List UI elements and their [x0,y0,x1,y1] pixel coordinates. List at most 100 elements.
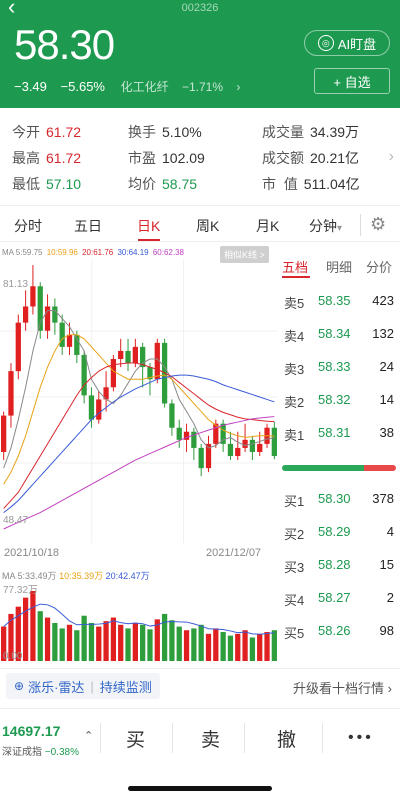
plus-circle-icon: ⊕ [14,679,25,693]
stat-value: 58.75 [162,176,198,192]
candle-body [74,334,80,355]
bid-row[interactable]: 买1 58.30 378 [278,491,400,509]
bid-row[interactable]: 买5 58.26 98 [278,623,400,641]
stat-amount: 成交额 20.21亿 [262,148,359,168]
level-quantity: 423 [372,293,394,308]
ma60-label: 60:62.38 [152,248,184,257]
tab-monthly-k[interactable]: 月K [256,216,279,236]
more-dots-icon[interactable]: ••• [348,729,374,747]
buy-button[interactable]: 买 [126,725,145,752]
gear-icon[interactable]: ⚙ [370,214,386,235]
stat-value: 34.39万 [310,124,360,140]
stock-code: 002326 [181,2,219,14]
divider [172,723,173,753]
ma20-line [3,362,275,509]
volume-bar [183,630,190,661]
volume-bar [271,630,277,661]
add-favorite-button[interactable]: + 自选 [314,68,390,94]
ask-row[interactable]: 卖1 58.31 38 [278,425,400,443]
tab-intraday[interactable]: 分时 [14,216,42,236]
kline-plot: 81.13 48.47 [0,259,278,543]
level-label: 买5 [284,626,305,641]
index-name-row: 深证成指 −0.38% [2,743,79,758]
ask-row[interactable]: 卖2 58.32 14 [278,392,400,410]
dropdown-caret-icon: ▾ [337,223,343,234]
level-quantity: 38 [379,425,394,440]
sector-pct: −1.71% [181,80,224,94]
tab-five-levels[interactable]: 五档 [282,257,308,276]
volume-bar [37,611,43,661]
volume-bar [125,628,131,661]
level-price: 58.33 [318,359,351,374]
stat-label: 均价 [128,176,156,192]
tab-minute[interactable]: 分钟▾ [309,216,342,236]
kline-chart[interactable]: MA 5:59.75 10:59.96 20:61.76 30:64.19 60… [0,243,278,663]
level-price: 58.29 [318,524,351,539]
level-price: 58.28 [318,557,351,572]
level-label: 卖4 [284,329,305,344]
ask-row[interactable]: 卖3 58.33 24 [278,359,400,377]
stat-label: 换手 [128,124,156,140]
tab-daily-k[interactable]: 日K [137,216,160,236]
bid-row[interactable]: 买4 58.27 2 [278,590,400,608]
sector-link[interactable]: 化工化纤 −1.71% › [121,80,251,94]
tab-weekly-k[interactable]: 周K [196,216,219,236]
price-change-pct: −5.65% [60,79,105,94]
candle-body [110,359,117,388]
index-pct: −0.38% [44,747,79,758]
radar-button[interactable]: ⊕ 涨乐·雷达 | 持续监测 [6,673,160,699]
volume-bar [191,628,197,661]
quote-stats[interactable]: 今开 61.72 最高 61.72 最低 57.10 换手 5.10% 市盈 102.09… [0,108,400,206]
candle-body [81,354,87,396]
tab-details[interactable]: 明细 [326,257,352,276]
volume-bar [198,624,204,661]
stat-value: 511.04亿 [303,176,360,192]
tab-five-day[interactable]: 五日 [74,216,102,236]
index-value[interactable]: 14697.17 [2,723,60,739]
tab-price-distribution[interactable]: 分价 [366,257,392,276]
stat-label: 市盈 [128,150,156,166]
ask-row[interactable]: 卖5 58.35 423 [278,293,400,311]
cancel-order-button[interactable]: 撤 [277,725,296,752]
bid-row[interactable]: 买3 58.28 15 [278,557,400,575]
candle-body [66,334,73,347]
active-tab-indicator [138,239,160,241]
candle-body [242,439,248,448]
chevron-right-icon[interactable]: › [389,148,394,166]
stat-value: 5.10% [162,124,202,140]
level-price: 58.34 [318,326,351,341]
sell-button[interactable]: 卖 [201,725,220,752]
bottom-toolbar: 14697.17 深证成指 −0.38% ⌃ 买 卖 撤 ••• [0,708,400,768]
ask-row[interactable]: 卖4 58.34 132 [278,326,400,344]
vol-ma5-label: MA 5:33.49万 [2,571,57,581]
add-favorite-label: + 自选 [333,74,371,90]
volume-bar [74,630,80,661]
volume-bar [66,624,73,661]
divider [360,214,361,236]
volume-ma-line [3,603,275,635]
price-change: −3.49 [14,79,47,94]
level-quantity: 98 [379,623,394,638]
price-low-label: 48.47 [3,515,28,526]
bid-row[interactable]: 买2 58.29 4 [278,524,400,542]
volume-bar [242,630,248,661]
ai-watch-button[interactable]: ◎ AI盯盘 [304,30,390,56]
stat-turnover: 换手 5.10% [128,122,202,142]
index-name: 深证成指 [2,747,42,758]
active-tab-indicator [282,276,310,278]
bid-ask-ratio-bar [282,465,396,471]
candle-body [132,346,138,364]
bid-ratio-fill [282,465,365,471]
candle-body [1,415,7,452]
ma60-line [3,416,275,530]
chevron-up-icon[interactable]: ⌃ [84,729,93,742]
volume-bar [132,622,138,661]
date-start: 2021/10/18 [4,547,60,559]
price-high-label: 81.13 [3,279,28,290]
level-quantity: 132 [372,326,394,341]
volume-bar [227,635,234,661]
volume-max-label: 77.32万 [3,585,38,596]
home-indicator [128,786,272,791]
upgrade-ten-levels-link[interactable]: 升级看十档行情 › [293,678,392,697]
volume-bar [30,591,36,661]
